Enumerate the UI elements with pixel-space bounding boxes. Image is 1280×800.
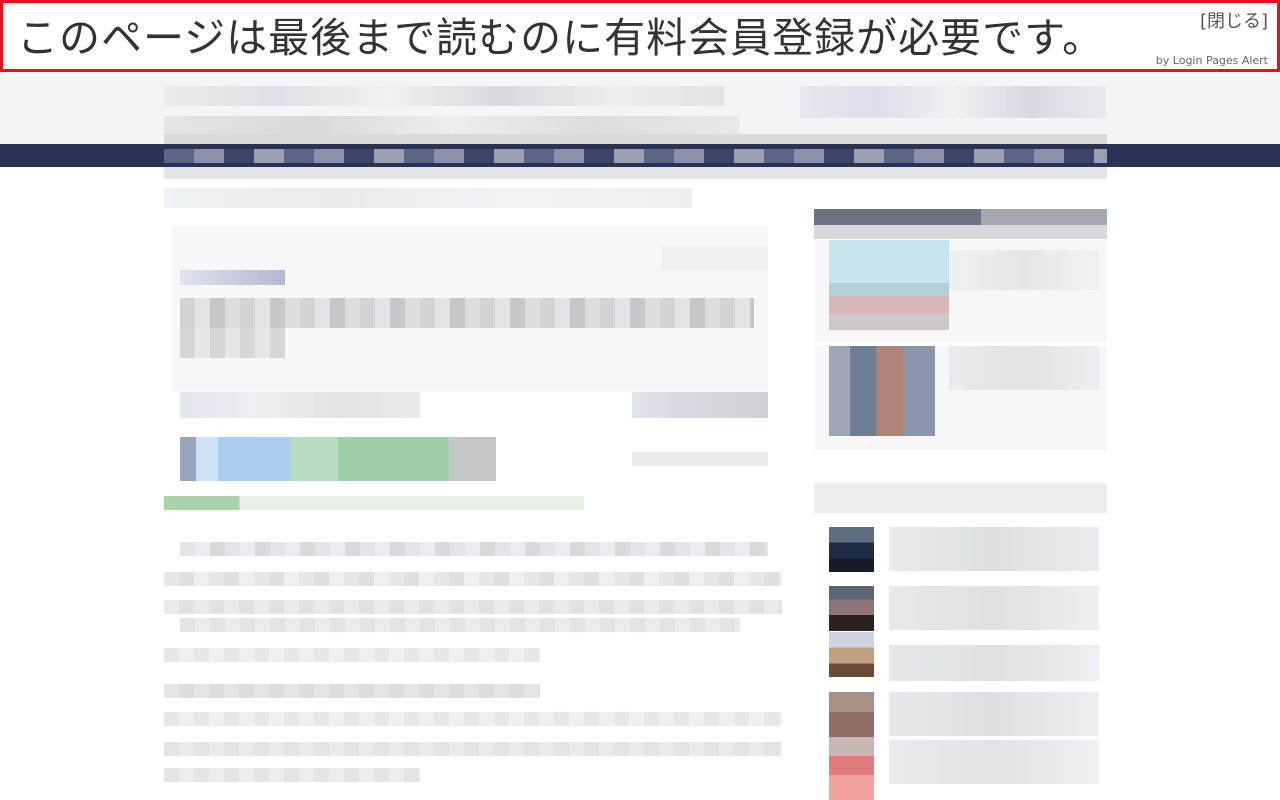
blurred-paragraph-line	[164, 712, 782, 726]
blurred-header-row	[164, 86, 724, 106]
blurred-ranking-text	[889, 692, 1099, 736]
blurred-paragraph-line	[164, 742, 782, 756]
blurred-ranking-thumbnail	[829, 527, 874, 572]
blurred-breadcrumb	[164, 188, 692, 208]
paywall-alert-banner: このページは最後まで読むのに有料会員登録が必要です。 [閉じる] by Logi…	[0, 0, 1280, 72]
blurred-article-title	[180, 298, 754, 328]
blurred-ranking-text	[889, 645, 1099, 681]
blurred-sidebar-heading-underline	[814, 225, 1107, 239]
blurred-ranking-thumbnail	[829, 692, 874, 737]
blurred-sidebar-thumbnail	[829, 240, 949, 330]
alert-message: このページは最後まで読むのに有料会員登録が必要です。	[17, 14, 1105, 62]
page: このページは最後まで読むのに有料会員登録が必要です。 [閉じる] by Logi…	[0, 0, 1280, 800]
blurred-ranking-thumbnail	[829, 632, 874, 677]
blurred-tag	[180, 270, 285, 285]
blurred-sidebar-text	[949, 250, 1099, 290]
blurred-ranking-thumbnail	[829, 586, 874, 631]
blurred-paragraph-line	[164, 684, 540, 698]
blurred-paragraph-line	[180, 618, 740, 632]
blurred-ranking-text	[889, 527, 1099, 571]
blurred-ranking-heading	[814, 483, 1107, 513]
blurred-sidebar-heading	[814, 209, 1107, 225]
blurred-sidebar-text	[949, 346, 1099, 390]
blurred-paragraph-line	[180, 542, 768, 556]
blurred-header-row	[800, 86, 1106, 118]
blurred-article-title	[180, 328, 285, 358]
close-button[interactable]: [閉じる]	[1200, 7, 1268, 33]
blurred-paragraph-line	[164, 768, 420, 782]
blurred-paragraph-line	[164, 648, 540, 662]
blurred-nav-items	[164, 149, 1107, 163]
blurred-author-row	[180, 392, 420, 418]
blurred-ranking-text	[889, 586, 1099, 630]
blurred-article-page	[0, 0, 1280, 800]
blurred-green-label	[164, 496, 584, 510]
blurred-paragraph-line	[164, 572, 782, 586]
blurred-ranking-thumbnail	[829, 737, 874, 800]
blurred-header-row	[164, 134, 1107, 144]
blurred-ranking-text	[889, 740, 1099, 784]
blurred-share-row	[632, 392, 768, 418]
blurred-date	[662, 246, 768, 270]
blurred-header-row	[164, 116, 739, 134]
blurred-paragraph-line	[164, 600, 782, 614]
blurred-banner-caption	[632, 452, 768, 466]
blurred-nav-underline	[164, 167, 1107, 179]
blurred-banner-image	[180, 437, 496, 481]
blurred-sidebar-thumbnail	[829, 346, 935, 436]
extension-credit: by Login Pages Alert	[1155, 54, 1268, 67]
